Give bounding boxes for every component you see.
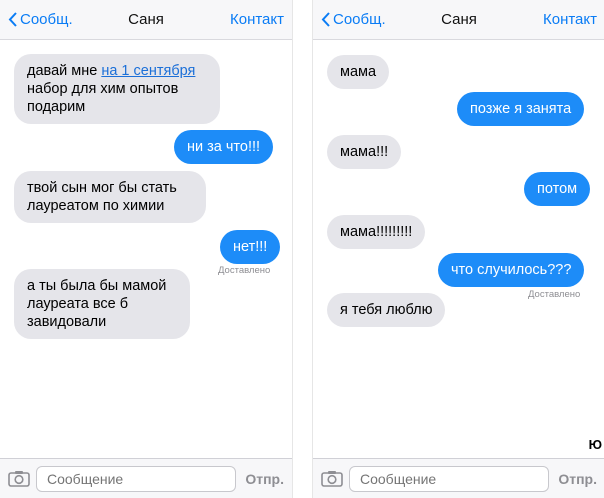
delivered-status: Доставлено: [218, 265, 271, 276]
outgoing-message: нет!!!: [220, 230, 281, 264]
incoming-message: я тебя люблю: [327, 293, 446, 327]
navigation-bar: Сообщ. Саня Контакт: [0, 0, 292, 40]
outgoing-message: ни за что!!!: [174, 130, 274, 164]
camera-icon[interactable]: [8, 470, 30, 487]
watermark-logo: Ю: [588, 437, 602, 452]
incoming-message: мама!!!!!!!!!: [327, 215, 426, 249]
incoming-message: твой сын мог бы стать лауреатом по химии: [14, 171, 206, 223]
incoming-message: давай мне на 1 сентября набор для хим опы…: [14, 54, 220, 124]
back-button[interactable]: Сообщ.: [8, 11, 73, 28]
contact-button[interactable]: Контакт: [543, 11, 597, 28]
contact-button[interactable]: Контакт: [230, 11, 284, 28]
date-link[interactable]: на 1 сентября: [101, 63, 195, 79]
message-input-bar: Отпр.: [0, 458, 292, 498]
back-button[interactable]: Сообщ.: [321, 11, 386, 28]
divider: [292, 0, 313, 498]
message-input-bar: Отпр.: [313, 458, 604, 498]
back-label: Сообщ.: [333, 11, 386, 28]
delivered-status: Доставлено: [528, 289, 581, 300]
outgoing-message: позже я занята: [457, 92, 585, 126]
send-button[interactable]: Отпр.: [245, 471, 284, 487]
incoming-message: мама!!!: [327, 135, 402, 169]
message-input[interactable]: [36, 466, 236, 492]
right-chat-screen: Сообщ. Саня Контакт мама позже я занята …: [313, 0, 604, 498]
incoming-message: а ты была бы мамой лауреата все б завидо…: [14, 269, 190, 339]
outgoing-message: потом: [524, 172, 591, 206]
back-label: Сообщ.: [20, 11, 73, 28]
camera-icon[interactable]: [321, 470, 343, 487]
outgoing-message: что случилось???: [438, 253, 585, 287]
chevron-left-icon: [321, 12, 330, 27]
chevron-left-icon: [8, 12, 17, 27]
message-input[interactable]: [349, 466, 549, 492]
send-button[interactable]: Отпр.: [558, 471, 597, 487]
navigation-bar: Сообщ. Саня Контакт: [313, 0, 604, 40]
incoming-message: мама: [327, 55, 390, 89]
left-chat-screen: Сообщ. Саня Контакт давай мне на 1 сентя…: [0, 0, 292, 498]
